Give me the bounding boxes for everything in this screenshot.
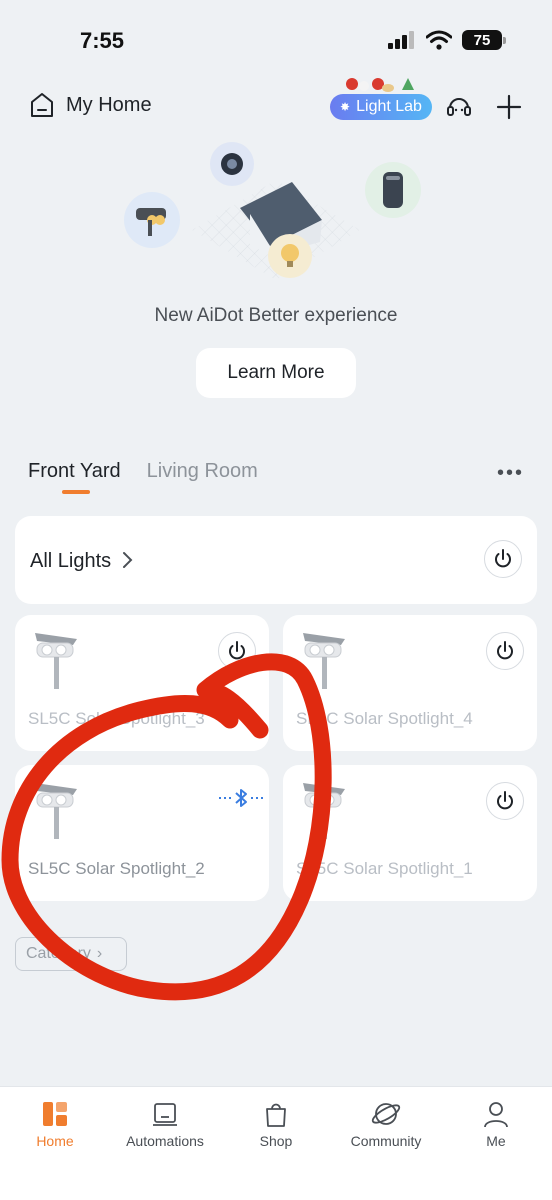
user-icon xyxy=(484,1102,508,1128)
nav-label: Me xyxy=(486,1133,506,1149)
power-icon xyxy=(229,641,245,660)
chevron-right-icon: › xyxy=(96,945,103,962)
all-lights-label: All Lights xyxy=(30,550,135,573)
support-icon[interactable] xyxy=(444,92,474,122)
home-label: My Home xyxy=(66,93,152,116)
nav-community[interactable]: Community xyxy=(331,1099,441,1149)
all-lights-card[interactable]: All Lights xyxy=(15,516,537,604)
all-lights-power-button[interactable] xyxy=(484,540,522,578)
status-time: 7:55 xyxy=(80,28,125,53)
home-selector[interactable]: My Home xyxy=(30,92,152,118)
status-icons: 75 xyxy=(388,30,506,50)
sparkle-icon: ✸ xyxy=(340,100,351,114)
device-card-spotlight-1[interactable]: SL5C Solar Spotlight_1 xyxy=(283,765,537,901)
power-icon xyxy=(497,791,513,810)
status-bar: 7:55 75 xyxy=(0,0,552,80)
bottom-nav: Home Automations Shop Community Me xyxy=(0,1086,552,1200)
learn-more-button[interactable]: Learn More xyxy=(196,348,356,398)
nav-label: Shop xyxy=(259,1133,293,1149)
nav-label: Automations xyxy=(126,1133,204,1149)
home-dashboard-icon xyxy=(43,1102,67,1126)
category-label: Category xyxy=(26,945,91,962)
light-lab-label: Light Lab xyxy=(356,98,422,115)
tab-front-yard[interactable]: Front Yard xyxy=(28,460,121,494)
device-card-spotlight-3[interactable]: SL5C Solar Spotlight_3 xyxy=(15,615,269,751)
battery-indicator: 75 xyxy=(462,30,506,50)
wifi-icon xyxy=(426,30,452,50)
add-icon[interactable] xyxy=(494,92,524,122)
device-power-button[interactable] xyxy=(486,782,524,820)
chevron-right-icon xyxy=(122,552,133,568)
device-name: SL5C Solar Spotlight_3 xyxy=(28,709,205,728)
nav-label: Community xyxy=(350,1133,422,1149)
nav-label: Home xyxy=(36,1133,74,1149)
device-card-spotlight-2[interactable]: SL5C Solar Spotlight_2 xyxy=(15,765,269,901)
room-tabs: Front Yard Living Room xyxy=(28,460,258,494)
device-name: SL5C Solar Spotlight_1 xyxy=(296,859,473,878)
spotlight-device-icon xyxy=(303,633,345,689)
shopping-bag-icon xyxy=(266,1103,286,1127)
tab-living-room[interactable]: Living Room xyxy=(147,460,258,483)
bluetooth-icon[interactable] xyxy=(219,787,263,809)
header: My Home ✸ Light Lab xyxy=(0,86,552,126)
device-name: SL5C Solar Spotlight_2 xyxy=(28,859,205,878)
device-name: SL5C Solar Spotlight_4 xyxy=(296,709,473,728)
device-power-button[interactable] xyxy=(218,632,256,670)
hero-text: New AiDot Better experience xyxy=(154,305,398,326)
power-icon xyxy=(497,641,513,660)
light-lab-button[interactable]: ✸ Light Lab xyxy=(330,94,432,120)
planet-icon xyxy=(371,1103,401,1125)
more-options-icon[interactable]: ••• xyxy=(497,462,524,485)
house-icon xyxy=(31,93,53,117)
spotlight-device-icon xyxy=(35,633,77,689)
automations-icon xyxy=(153,1103,177,1126)
spotlight-device-icon xyxy=(35,783,77,839)
nav-automations[interactable]: Automations xyxy=(110,1099,220,1149)
power-icon xyxy=(495,549,511,568)
spotlight-device-icon xyxy=(303,783,345,839)
signal-icon xyxy=(388,31,414,49)
device-card-spotlight-4[interactable]: SL5C Solar Spotlight_4 xyxy=(283,615,537,751)
nav-shop[interactable]: Shop xyxy=(221,1099,331,1149)
nav-home[interactable]: Home xyxy=(0,1099,110,1149)
category-button[interactable]: Category › xyxy=(15,937,127,971)
festive-decoration-icon xyxy=(346,78,414,92)
nav-me[interactable]: Me xyxy=(441,1099,551,1149)
device-power-button[interactable] xyxy=(486,632,524,670)
